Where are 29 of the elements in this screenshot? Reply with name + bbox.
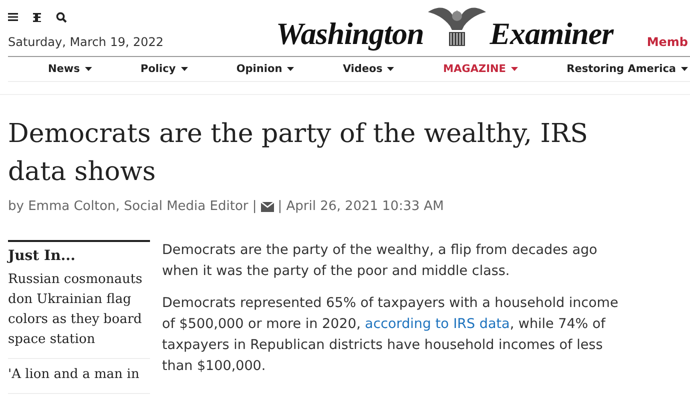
caret-icon [387, 67, 394, 71]
article-paragraph: Democrats represented 65% of taxpayers with a household income of $500,000 or more in 2020, according to IRS data, while 74% of taxpayers in Republican districts have household incomes of less than $100,000. [162, 294, 620, 376]
caret-icon [180, 67, 188, 71]
nav-item[interactable]: MAGAZINE [443, 63, 518, 75]
byline-author: by Emma Colton, Social Media Editor | [8, 199, 257, 214]
logo-text[interactable]: Examiner [490, 16, 614, 52]
date-text: Saturday, March 19, 2022 [8, 35, 164, 49]
member-link[interactable]: Memb [646, 35, 688, 49]
search-icon[interactable] [56, 12, 67, 22]
nav-item[interactable]: Restoring America [566, 63, 688, 75]
caret-icon [287, 67, 294, 71]
article-link[interactable]: according to IRS data [364, 316, 510, 332]
article-paragraph: Democrats are the party of the wealthy, a flip from decades ago when it was the party of the poor and middle class. [162, 241, 598, 281]
caret-icon [84, 67, 92, 71]
byline-date: | April 26, 2021 10:33 AM [278, 199, 444, 214]
article-title: Democrats are the party of the wealthy, IRS data shows [8, 118, 589, 189]
nav-item[interactable]: Opinion [236, 63, 294, 75]
headline-link[interactable]: Russian cosmonauts don Ukrainian flag colors as they board space station [8, 270, 150, 359]
nav-item[interactable]: Videos [342, 63, 394, 75]
nav-item[interactable]: Policy [140, 63, 188, 75]
monogram-icon[interactable] [32, 12, 42, 22]
menu-icon[interactable] [8, 13, 18, 21]
caret-icon [510, 67, 518, 71]
headline-link[interactable]: 'A lion and a man in [8, 365, 150, 394]
mail-icon[interactable] [260, 202, 274, 212]
logo-text[interactable]: Washington [276, 16, 424, 52]
caret-icon [681, 67, 688, 71]
sidebar-heading: Just In... [8, 248, 76, 264]
nav-item[interactable]: News [48, 63, 92, 75]
